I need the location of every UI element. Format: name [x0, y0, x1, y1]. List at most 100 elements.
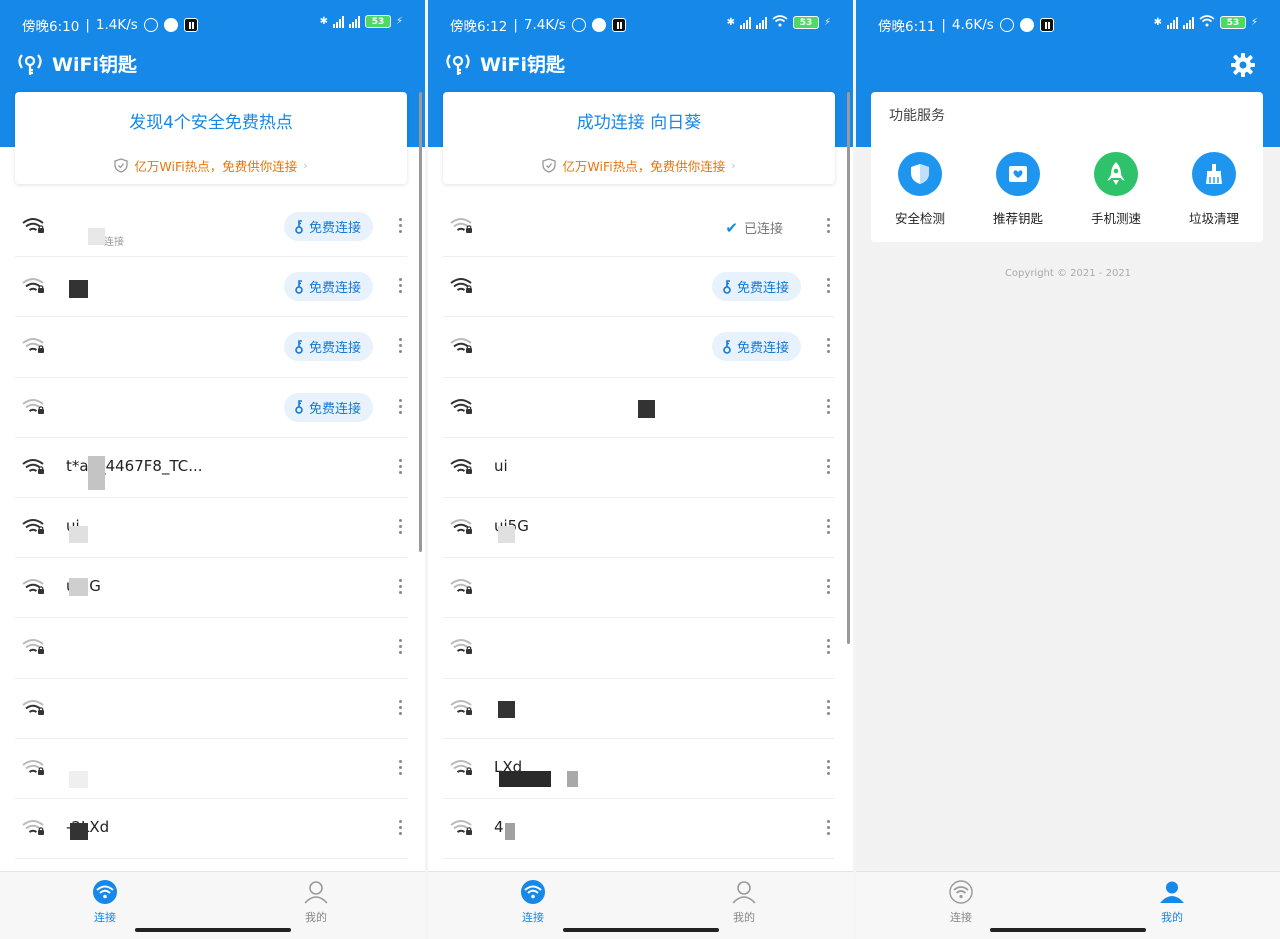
more-options-button[interactable] — [399, 218, 403, 236]
redacted-block — [498, 701, 515, 718]
key-icon — [295, 279, 303, 294]
wifi-row[interactable]: 免费连接 — [0, 378, 425, 438]
shield-outline-icon — [114, 158, 129, 173]
more-options-button[interactable] — [827, 759, 831, 778]
battery-icon: 53 — [1219, 16, 1246, 29]
wifi-lock-icon — [22, 699, 46, 721]
more-options-button[interactable] — [399, 338, 403, 356]
home-indicator[interactable] — [134, 928, 291, 932]
nav-tab-connect[interactable]: 连接 — [503, 880, 563, 925]
free-connect-button[interactable]: 免费连接 — [283, 272, 373, 302]
wifi-row[interactable] — [0, 618, 425, 679]
more-options-button[interactable] — [399, 278, 403, 296]
service-speed-test[interactable]: 手机测速 — [1076, 152, 1156, 227]
wifi-row[interactable]: ui — [428, 438, 853, 499]
more-options-button[interactable] — [399, 398, 403, 417]
wifi-lock-icon — [22, 337, 46, 359]
more-options-button[interactable] — [399, 458, 403, 477]
card-subtitle-text: 亿万WiFi热点，免费供你连接 — [562, 159, 726, 174]
more-options-button[interactable] — [827, 639, 831, 657]
wifi-row[interactable] — [428, 618, 853, 679]
wifi-row[interactable]: LXd — [428, 739, 853, 800]
home-indicator[interactable] — [990, 928, 1146, 932]
wifi-row[interactable]: 连接 免费连接 — [0, 197, 425, 258]
free-connect-button[interactable]: 免费连接 — [711, 272, 801, 302]
status-speed: 4.6K/s — [951, 17, 994, 33]
wifi-row[interactable]: ui — [0, 498, 425, 559]
wifi-lock-icon — [450, 638, 474, 660]
more-options-button[interactable] — [399, 579, 403, 597]
more-options-button[interactable] — [827, 458, 831, 477]
more-options-button[interactable] — [399, 699, 403, 718]
more-options-button[interactable] — [399, 639, 403, 657]
free-connect-button[interactable]: 免费连接 — [711, 332, 801, 362]
shield-icon — [898, 152, 942, 196]
nav-tab-mine[interactable]: 我的 — [714, 880, 774, 925]
scrollbar[interactable] — [847, 92, 850, 644]
function-services-card: 功能服务 安全检测 推荐钥匙 手机测速 垃圾清理 — [871, 92, 1263, 242]
app-title: WiFi钥匙 — [480, 54, 565, 76]
more-options-button[interactable] — [827, 218, 831, 236]
wifi-row[interactable]: 免费连接 — [428, 257, 853, 318]
more-options-button[interactable] — [827, 278, 831, 296]
connection-status-card[interactable]: 成功连接 向日葵 亿万WiFi热点，免费供你连接 › — [443, 92, 835, 184]
alarm-off-icon — [143, 18, 158, 32]
more-options-button[interactable] — [827, 518, 831, 537]
wifi-row[interactable]: ✔ 已连接 — [428, 197, 853, 258]
service-recommend-key[interactable]: 推荐钥匙 — [978, 152, 1058, 227]
home-indicator[interactable] — [562, 928, 719, 932]
more-options-button[interactable] — [827, 338, 831, 356]
more-options-button[interactable] — [827, 398, 831, 417]
status-time: 傍晚6:11 — [878, 19, 936, 35]
more-options-button[interactable] — [827, 579, 831, 597]
card-title: 成功连接 向日葵 — [576, 113, 702, 133]
settings-button[interactable] — [1230, 52, 1256, 82]
free-connect-button[interactable]: 免费连接 — [283, 332, 373, 362]
service-junk-clean[interactable]: 垃圾清理 — [1174, 152, 1254, 227]
wifi-row[interactable]: 免费连接 — [0, 317, 425, 378]
wifi-row[interactable]: 免费连接 — [428, 317, 853, 378]
nav-tab-mine[interactable]: 我的 — [1142, 880, 1202, 925]
wifi-row[interactable]: ui5G — [428, 498, 853, 559]
service-label: 手机测速 — [1090, 211, 1141, 226]
more-options-button[interactable] — [399, 759, 403, 778]
wifi-list: 连接免费连接免费连接免费连接免费连接t*ap_4467F8_TC...uiui5… — [0, 197, 425, 860]
wifi-row[interactable]: t*ap_4467F8_TC... — [0, 438, 425, 499]
key-icon — [723, 279, 731, 294]
more-options-button[interactable] — [399, 819, 403, 838]
wifi-row[interactable]: -2LXd — [0, 799, 425, 860]
more-options-button[interactable] — [827, 699, 831, 718]
wifi-row[interactable]: ui5G — [0, 558, 425, 619]
redacted-block — [638, 400, 655, 418]
redacted-block — [499, 771, 551, 787]
charging-icon: ⚡ — [395, 16, 403, 27]
scrollbar[interactable] — [419, 92, 422, 552]
wifi-row[interactable] — [428, 558, 853, 619]
hotspot-summary-card[interactable]: 发现4个安全免费热点 亿万WiFi热点，免费供你连接 › — [15, 92, 407, 184]
wifi-row[interactable] — [428, 679, 853, 739]
more-options-button[interactable] — [827, 819, 831, 838]
nav-label-connect: 连接 — [522, 911, 544, 924]
copyright-text: Copyright © 2021 - 2021 — [1004, 268, 1132, 279]
wifi-row[interactable]: 免费连接 — [0, 257, 425, 318]
card-subtitle[interactable]: 亿万WiFi热点，免费供你连接 › — [443, 156, 835, 175]
service-security-check[interactable]: 安全检测 — [880, 152, 960, 227]
wifi-lock-icon — [22, 578, 46, 600]
nav-tab-connect[interactable]: 连接 — [931, 880, 991, 925]
nav-tab-connect[interactable]: 连接 — [75, 880, 135, 925]
nav-label-mine: 我的 — [305, 911, 327, 924]
card-subtitle[interactable]: 亿万WiFi热点，免费供你连接 › — [15, 156, 407, 175]
signal-icon-2 — [1182, 16, 1194, 29]
free-connect-button[interactable]: 免费连接 — [283, 212, 373, 241]
key-icon — [295, 219, 303, 234]
nav-tab-mine[interactable]: 我的 — [286, 880, 346, 925]
screen-connect-2: 傍晚6:12 | 7.4K/s ✱ 53 ⚡ WiFi钥匙 成功连接 向日葵 亿… — [428, 0, 853, 939]
more-options-button[interactable] — [399, 518, 403, 537]
status-time: 傍晚6:12 — [450, 19, 508, 35]
rocket-icon — [1094, 152, 1138, 196]
free-connect-button[interactable]: 免费连接 — [283, 392, 373, 422]
wifi-row[interactable] — [0, 739, 425, 800]
wifi-row[interactable] — [0, 679, 425, 739]
wifi-row[interactable]: 4 — [428, 799, 853, 860]
key-icon — [295, 400, 303, 414]
